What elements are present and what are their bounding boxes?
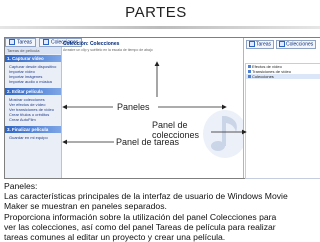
description-line: Las características principales de la in…: [4, 191, 288, 202]
folder-icon: [248, 75, 251, 78]
section-title-finish[interactable]: 3. Finalizar película: [5, 126, 61, 133]
collections-content-area: [62, 54, 247, 178]
collections-pane-tabs: Tareas Colecciones: [246, 40, 319, 49]
section-title-capture[interactable]: 1. Capturar vídeo: [5, 55, 61, 62]
description-line: Maker se muestran en paneles separados.: [4, 201, 167, 212]
tab-collections-right[interactable]: Colecciones: [276, 40, 317, 49]
collections-icon: [43, 39, 50, 45]
movie-maker-screenshot: Tareas Colecciones Tareas de película 1.…: [4, 37, 320, 179]
tree-item-collections[interactable]: Colecciones: [246, 74, 320, 79]
folder-icon: [248, 70, 251, 73]
label-panel-tareas: Panel de tareas: [116, 137, 180, 147]
tasks-pane-header: Tareas de película: [5, 47, 61, 54]
title-divider: [0, 26, 320, 29]
tab-tasks-right[interactable]: Tareas: [246, 40, 275, 49]
collection-subtitle: Arrastre un clip y suéltelo en la escala…: [63, 48, 153, 52]
description-heading: Paneles:: [4, 181, 38, 191]
slide-description: Paneles: Las características principales…: [4, 181, 316, 242]
collections-tree: Efectos de vídeo Transiciones de vídeo C…: [245, 63, 320, 179]
slide-title: PARTES: [125, 4, 187, 21]
task-link[interactable]: Guardar en mi equipo: [9, 135, 57, 140]
task-link[interactable]: Importar audio o música: [9, 79, 57, 84]
tasks-icon: [9, 39, 15, 45]
section-title-edit[interactable]: 2. Editar película: [5, 88, 61, 95]
description-line: Proporciona información sobre la utiliza…: [4, 211, 277, 222]
section-edit: 2. Editar película Mostrar colecciones V…: [5, 88, 61, 124]
tab-tasks[interactable]: Tareas: [5, 38, 37, 47]
description-line: ver las colecciones, así como del panel …: [4, 221, 276, 232]
label-paneles: Paneles: [117, 102, 150, 112]
task-link[interactable]: Crear AutoFilm: [9, 117, 57, 122]
section-finish: 3. Finalizar película Guardar en mi equi…: [5, 126, 61, 142]
collections-pane: Tareas Colecciones Efectos de vídeo Tran…: [243, 38, 320, 179]
tasks-pane: Tareas Colecciones Tareas de película 1.…: [5, 38, 83, 178]
collections-icon: [279, 41, 286, 47]
folder-icon: [248, 65, 251, 68]
section-capture: 1. Capturar vídeo Capturar desde disposi…: [5, 55, 61, 86]
tasks-icon: [249, 41, 255, 47]
description-line: tareas comunes al editar un proyecto y c…: [4, 232, 226, 242]
